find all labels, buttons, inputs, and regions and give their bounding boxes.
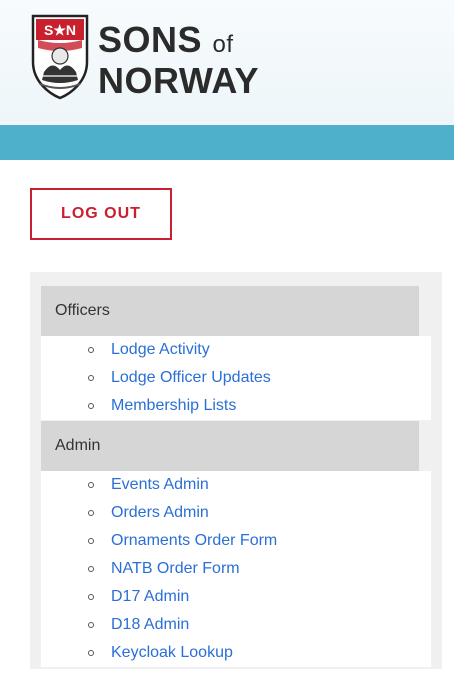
lodge-officer-updates-link[interactable]: Lodge Officer Updates [111,369,271,387]
natb-order-form-link[interactable]: NATB Order Form [111,560,240,578]
bullet-icon [88,622,94,628]
d17-admin-link[interactable]: D17 Admin [111,588,189,606]
list-item: Lodge Officer Updates [41,364,431,392]
bullet-icon [88,347,94,353]
officers-links-list: Lodge Activity Lodge Officer Updates Mem… [41,336,431,420]
admin-links-list: Events Admin Orders Admin Ornaments Orde… [41,471,431,667]
membership-lists-link[interactable]: Membership Lists [111,397,236,415]
keycloak-lookup-link[interactable]: Keycloak Lookup [111,644,233,662]
admin-section-header: Admin [41,421,419,471]
brand-line2: NORWAY [98,60,260,101]
bullet-icon [88,566,94,572]
bullet-icon [88,510,94,516]
lodge-activity-link[interactable]: Lodge Activity [111,341,210,359]
logout-button[interactable]: LOG OUT [30,188,172,240]
bullet-icon [88,375,94,381]
bullet-icon [88,594,94,600]
officers-section-header: Officers [41,286,419,336]
list-item: Keycloak Lookup [41,639,431,667]
bullet-icon [88,538,94,544]
bullet-icon [88,650,94,656]
sidebar-menu-panel: Officers Lodge Activity Lodge Officer Up… [30,272,442,669]
list-item: Membership Lists [41,392,431,420]
brand-of: of [212,31,234,58]
list-item: Lodge Activity [41,336,431,364]
d18-admin-link[interactable]: D18 Admin [111,616,189,634]
list-item: D18 Admin [41,611,431,639]
bullet-icon [88,482,94,488]
bullet-icon [88,403,94,409]
list-item: Ornaments Order Form [41,527,431,555]
nav-bar [0,125,454,160]
list-item: Events Admin [41,471,431,499]
list-item: NATB Order Form [41,555,431,583]
brand-name: SONS of NORWAY [98,22,259,99]
brand-line1: SONS [98,19,203,60]
list-item: Orders Admin [41,499,431,527]
sons-of-norway-logo-icon[interactable]: S★N [30,14,90,100]
list-item: D17 Admin [41,583,431,611]
logo-letters: S★N [44,22,76,38]
events-admin-link[interactable]: Events Admin [111,476,209,494]
orders-admin-link[interactable]: Orders Admin [111,504,209,522]
ornaments-order-form-link[interactable]: Ornaments Order Form [111,532,277,550]
